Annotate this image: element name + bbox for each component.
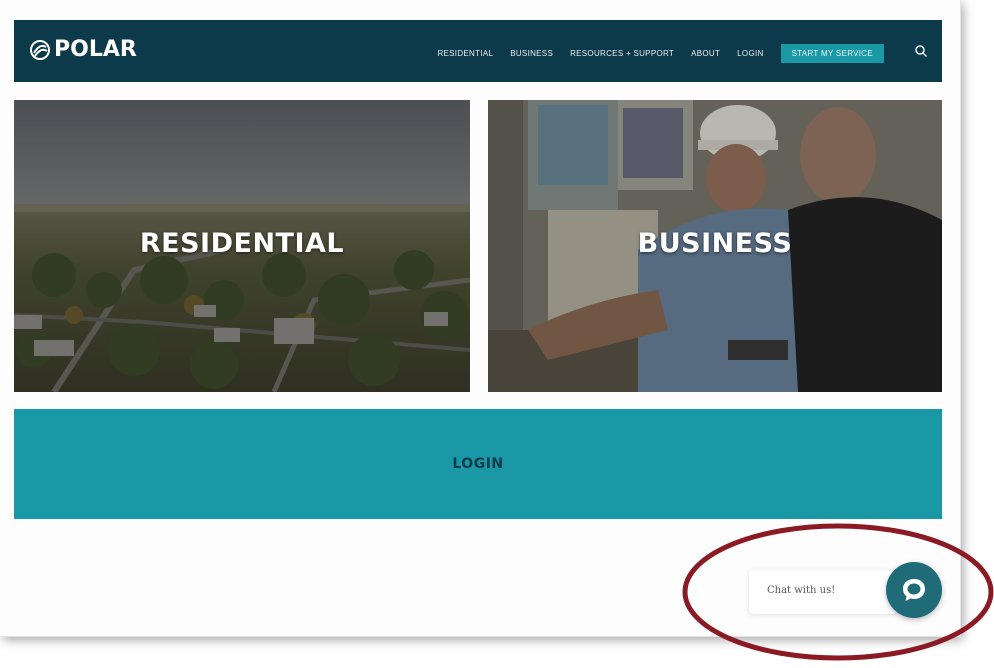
search-icon[interactable] — [914, 44, 928, 58]
nav-resources-support[interactable]: RESOURCES + SUPPORT — [570, 49, 674, 58]
login-banner[interactable]: LOGIN — [14, 409, 942, 519]
login-banner-label: LOGIN — [452, 456, 504, 472]
site-header: POLAR RESIDENTIAL BUSINESS RESOURCES + S… — [14, 20, 942, 82]
logo-text: POLAR — [54, 37, 137, 62]
residential-tile[interactable]: RESIDENTIAL — [14, 100, 470, 392]
polar-logo[interactable]: POLAR — [29, 37, 137, 62]
chat-prompt-text[interactable]: Chat with us! — [767, 585, 835, 596]
polar-logo-icon — [30, 39, 50, 60]
residential-label: RESIDENTIAL — [139, 228, 345, 259]
main-nav: RESIDENTIAL BUSINESS RESOURCES + SUPPORT… — [420, 44, 884, 63]
nav-about[interactable]: ABOUT — [691, 49, 720, 58]
browser-screenshot-frame: POLAR RESIDENTIAL BUSINESS RESOURCES + S… — [0, 0, 960, 636]
nav-business[interactable]: BUSINESS — [510, 49, 553, 58]
nav-login[interactable]: LOGIN — [737, 49, 763, 58]
chat-bubble-icon — [903, 579, 925, 601]
nav-residential[interactable]: RESIDENTIAL — [437, 49, 493, 58]
chat-prompt-bubble[interactable]: Chat with us! — [749, 570, 897, 614]
business-label: BUSINESS — [637, 228, 793, 259]
chat-launcher-button[interactable] — [886, 562, 942, 618]
business-tile[interactable]: BUSINESS — [488, 100, 942, 392]
start-my-service-button[interactable]: START MY SERVICE — [780, 44, 884, 63]
